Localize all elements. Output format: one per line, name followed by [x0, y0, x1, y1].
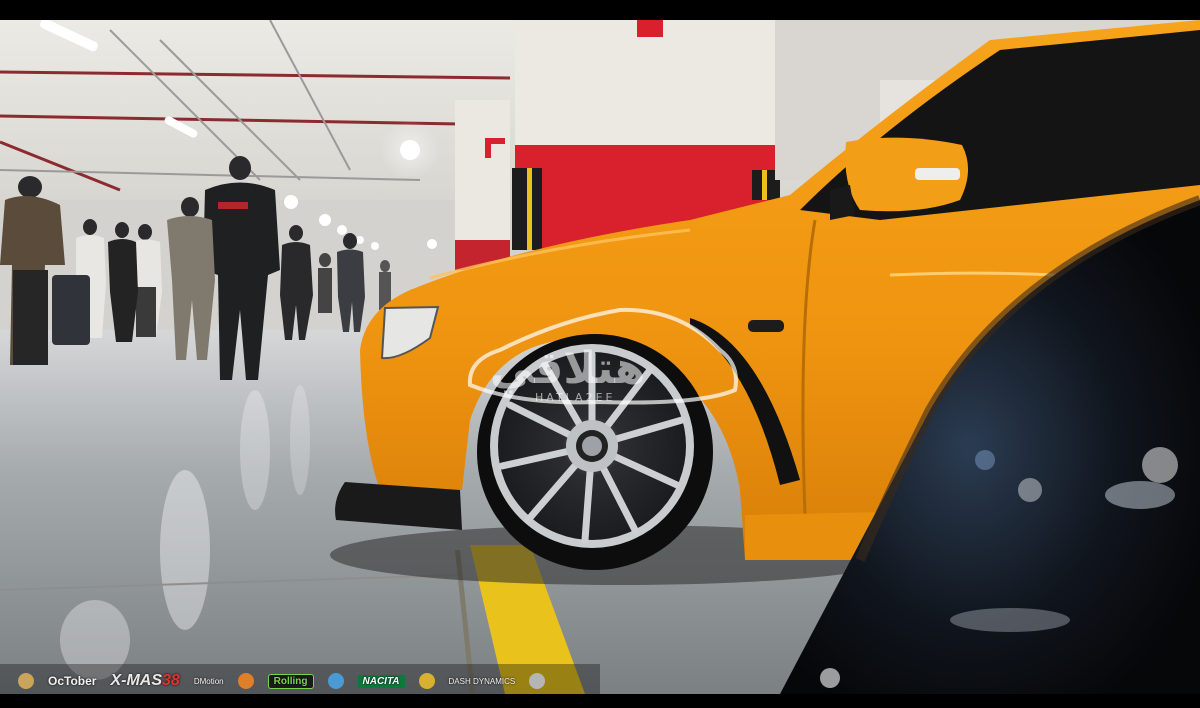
watermark-subtitle: HATLA2EE — [535, 391, 616, 404]
sponsor-logo-icon — [237, 673, 254, 689]
sponsor-logo-icon — [529, 673, 546, 689]
sponsor-strip: OcTober X-MAS38 DMotion Rolling NACITA D… — [18, 668, 546, 694]
sponsor-logo-icon — [327, 673, 344, 689]
sponsor-nacita: NACITA — [357, 674, 405, 688]
letterbox-top — [0, 0, 1200, 20]
sponsor-rolling: Rolling — [267, 673, 314, 689]
letterbox-bottom — [0, 694, 1200, 708]
sponsor-logo-icon — [418, 673, 435, 689]
sponsor-october: OcTober — [48, 674, 97, 688]
watermark-brand: هتلاقي — [490, 343, 646, 394]
sponsor-logo-icon — [18, 673, 34, 689]
sponsor-xmas: X-MAS38 — [110, 672, 180, 689]
sponsor-dmotion: DMotion — [193, 676, 224, 686]
sponsor-dash: DASH DYNAMICS — [448, 676, 516, 686]
photo-frame: هتلاقي HATLA2EE OcTober X-MAS38 DMotion … — [0, 0, 1200, 708]
